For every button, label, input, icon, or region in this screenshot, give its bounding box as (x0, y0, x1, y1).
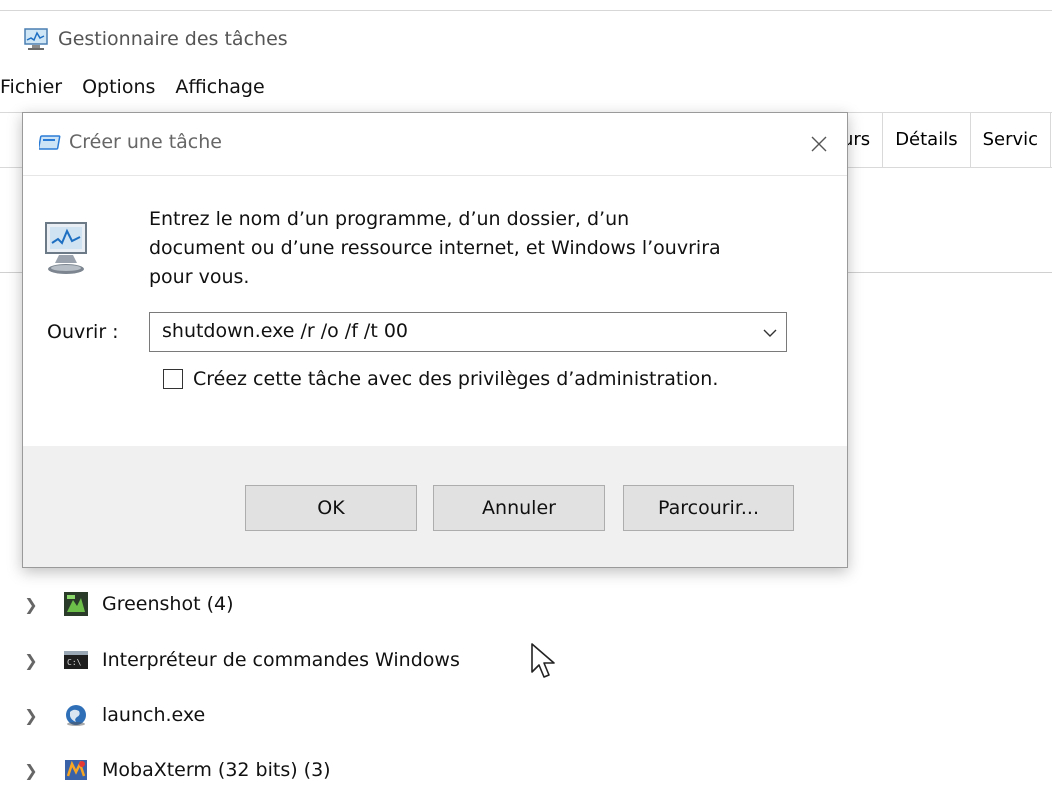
chevron-down-icon[interactable] (760, 322, 780, 342)
chevron-right-icon[interactable]: ❯ (22, 595, 40, 614)
admin-checkbox-label[interactable]: Créez cette tâche avec des privilèges d’… (193, 368, 718, 390)
dialog-title: Créer une tâche (69, 131, 222, 153)
message-line: pour vous. (149, 266, 250, 288)
process-name: MobaXterm (32 bits) (3) (102, 759, 331, 781)
open-label: Ouvrir : (47, 321, 119, 343)
chevron-right-icon[interactable]: ❯ (22, 706, 40, 725)
process-row[interactable]: ❯ MobaXterm (32 bits) (3) (22, 750, 331, 787)
mobaxterm-icon (65, 760, 87, 780)
admin-checkbox[interactable] (163, 369, 183, 389)
ok-button[interactable]: OK (245, 485, 417, 531)
run-program-icon (45, 222, 87, 274)
cmd-icon: C:\ (64, 651, 88, 669)
run-icon (39, 135, 61, 150)
process-row[interactable]: ❯ Greenshot (4) (22, 584, 234, 624)
create-task-dialog: Créer une tâche Entrez le nom d’un progr… (22, 112, 848, 568)
menu-fichier[interactable]: Fichier (0, 76, 74, 98)
open-combobox[interactable]: shutdown.exe /r /o /f /t 00 (149, 312, 787, 352)
globe-icon (66, 705, 86, 726)
window-top-border (0, 0, 1052, 11)
message-line: document ou d’une ressource internet, et… (149, 237, 721, 259)
titlebar-divider (23, 175, 847, 176)
menu-affichage[interactable]: Affichage (167, 76, 276, 98)
tab-strip: urs Détails Servic (820, 113, 1052, 167)
window-title: Gestionnaire des tâches (58, 28, 288, 50)
close-icon (811, 136, 827, 152)
screen: Gestionnaire des tâches Fichier Options … (0, 0, 1052, 787)
svg-text:C:\: C:\ (67, 658, 82, 667)
process-name: Interpréteur de commandes Windows (102, 649, 460, 671)
browse-button[interactable]: Parcourir... (623, 485, 794, 531)
process-name: launch.exe (102, 704, 206, 726)
process-name: Greenshot (4) (102, 593, 234, 615)
task-manager-icon (24, 28, 48, 50)
menu-options[interactable]: Options (74, 76, 167, 98)
close-button[interactable] (791, 113, 847, 175)
tab-services[interactable]: Servic (971, 113, 1052, 167)
admin-checkbox-row[interactable]: Créez cette tâche avec des privilèges d’… (163, 368, 718, 390)
menu-bar: Fichier Options Affichage (0, 76, 277, 98)
mouse-cursor-icon (531, 643, 555, 678)
dialog-message: Entrez le nom d’un programme, d’un dossi… (149, 205, 809, 292)
cancel-button[interactable]: Annuler (433, 485, 605, 531)
task-manager-titlebar: Gestionnaire des tâches (22, 26, 288, 52)
open-input[interactable]: shutdown.exe /r /o /f /t 00 (162, 320, 408, 342)
greenshot-icon (64, 592, 88, 616)
chevron-right-icon[interactable]: ❯ (22, 651, 40, 670)
chevron-right-icon[interactable]: ❯ (22, 761, 40, 780)
dialog-titlebar[interactable]: Créer une tâche (23, 113, 847, 175)
process-row[interactable]: ❯ C:\ Interpréteur de commandes Windows (22, 640, 460, 680)
tab-details[interactable]: Détails (883, 113, 971, 167)
message-line: Entrez le nom d’un programme, d’un dossi… (149, 208, 630, 230)
process-row[interactable]: ❯ launch.exe (22, 695, 205, 735)
